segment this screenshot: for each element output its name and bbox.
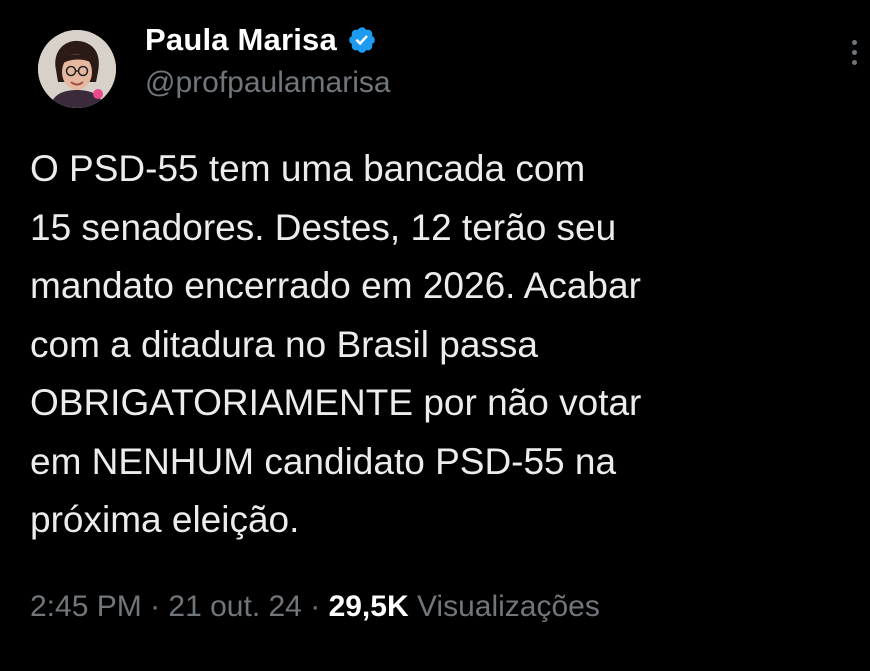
author-name-row: Paula Marisa xyxy=(145,18,377,62)
tweet-text-line: mandato encerrado em 2026. Acabar xyxy=(30,265,641,306)
tweet-text-line: com a ditadura no Brasil passa xyxy=(30,323,538,365)
views-label[interactable]: Visualizações xyxy=(417,590,600,623)
tweet-card: Paula Marisa @profpaulamarisa O PSD-55 t… xyxy=(0,0,870,671)
more-options-icon[interactable] xyxy=(846,40,862,76)
meta-separator: · xyxy=(150,590,161,623)
tweet-text: O PSD-55 tem uma bancada com 15 senadore… xyxy=(30,140,850,550)
tweet-date[interactable]: 21 out. 24 xyxy=(168,590,301,623)
meta-separator: · xyxy=(310,590,321,623)
avatar[interactable] xyxy=(38,30,116,108)
avatar-image xyxy=(38,30,116,108)
author-display-name[interactable]: Paula Marisa xyxy=(145,22,337,58)
tweet-text-line: próxima eleição. xyxy=(30,499,300,540)
verified-badge-icon[interactable] xyxy=(347,25,377,55)
tweet-text-line: em NENHUM candidato PSD-55 na xyxy=(30,440,617,482)
tweet-text-line: 15 senadores. Destes, 12 terão seu xyxy=(30,206,617,248)
tweet-text-line: OBRIGATORIAMENTE por não votar xyxy=(30,382,642,423)
views-count[interactable]: 29,5K xyxy=(329,590,409,623)
tweet-meta: 2:45 PM · 21 out. 24 · 29,5K Visualizaçõ… xyxy=(30,590,600,624)
tweet-text-line: O PSD-55 tem uma bancada com xyxy=(30,148,586,189)
author-handle[interactable]: @profpaulamarisa xyxy=(145,66,391,100)
tweet-time[interactable]: 2:45 PM xyxy=(30,590,142,623)
